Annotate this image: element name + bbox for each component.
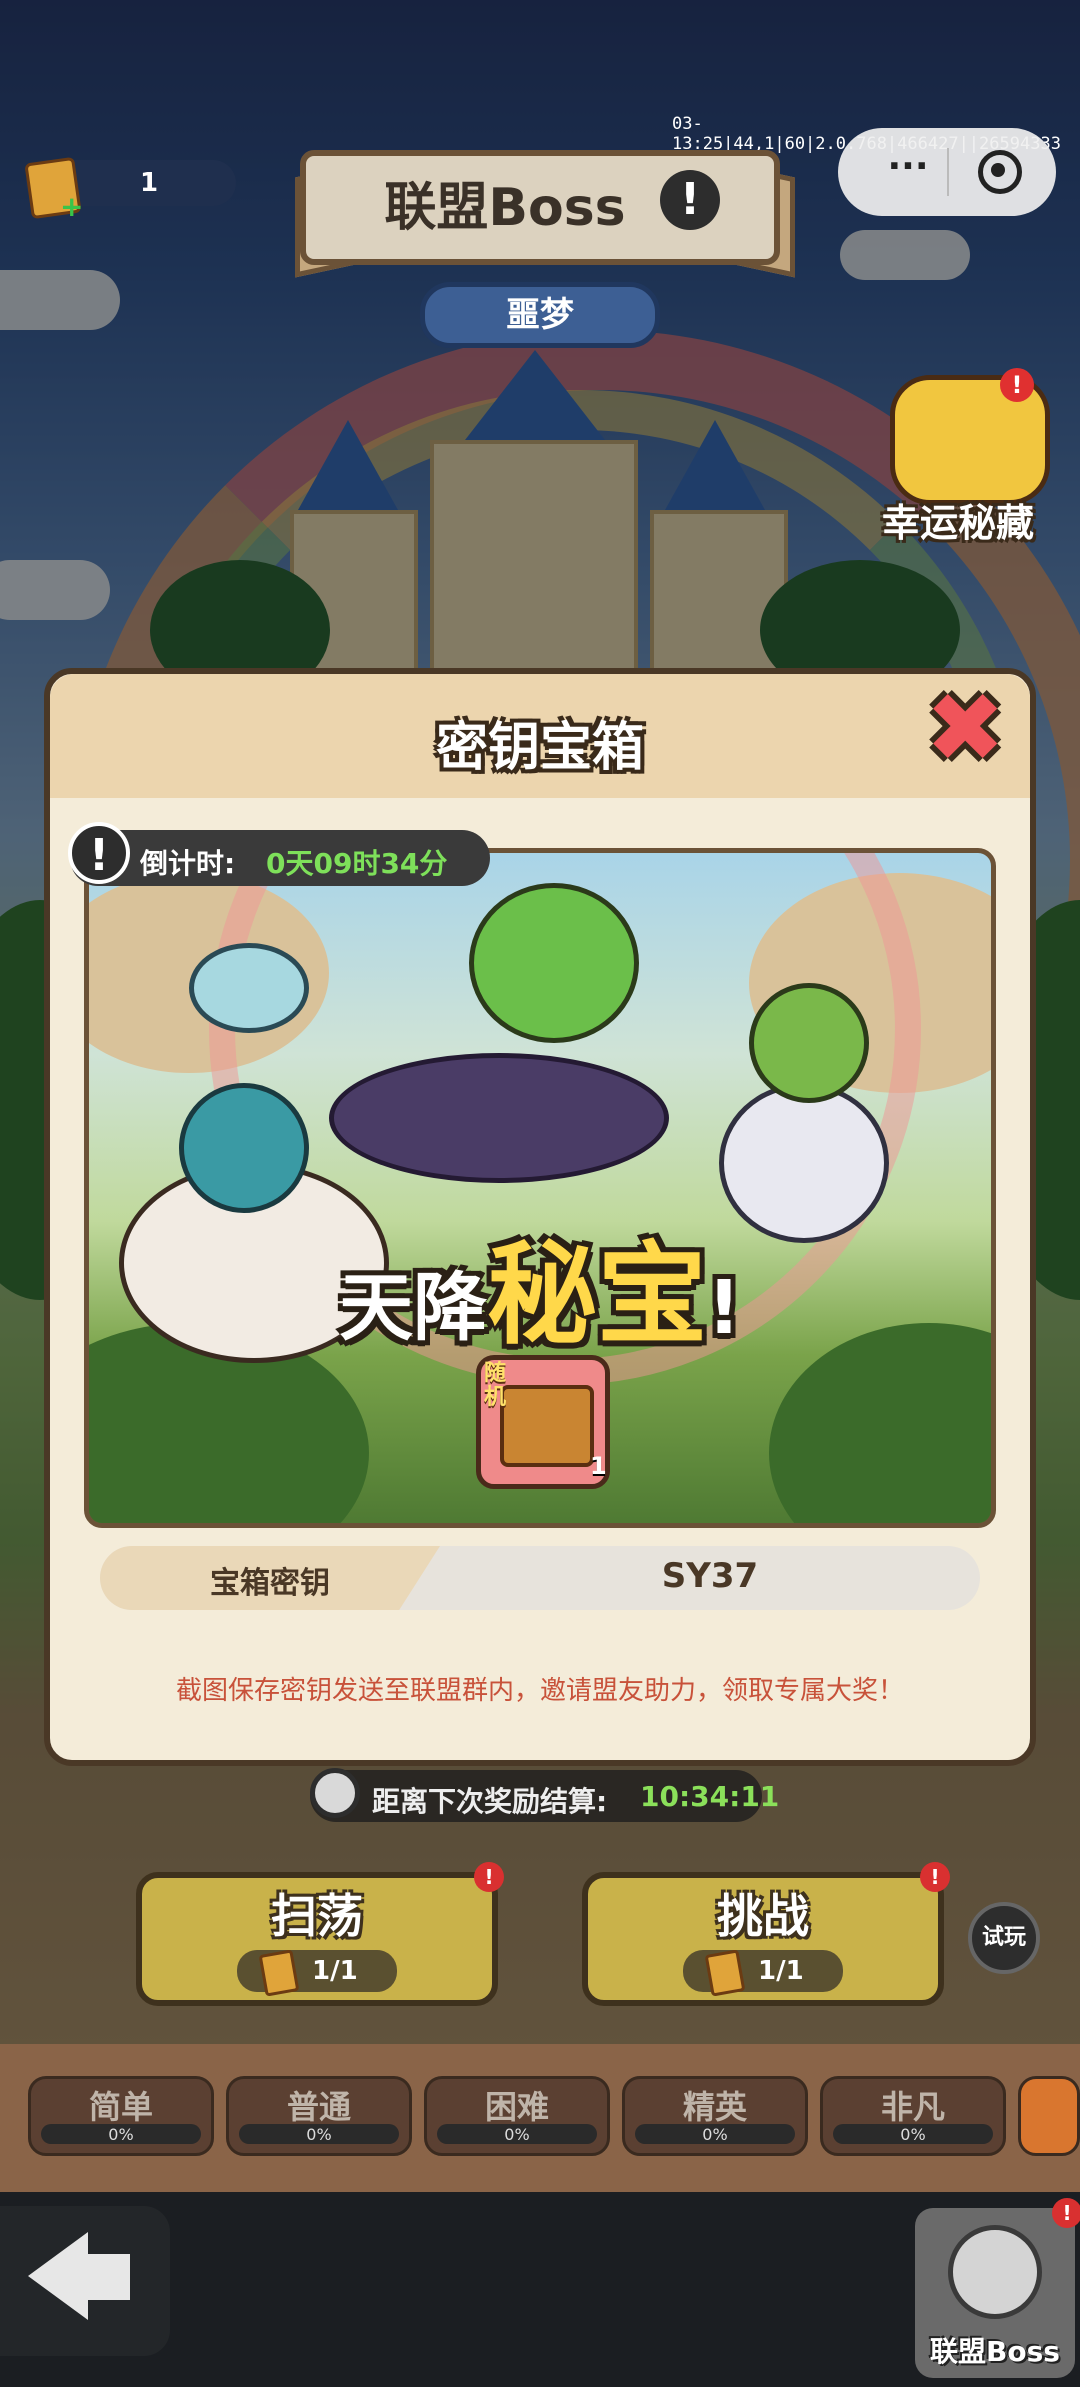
info-icon[interactable]: !: [660, 170, 720, 230]
countdown-value: 0天09时34分: [266, 847, 448, 880]
chest-count: 1: [590, 1452, 607, 1480]
promo-headline: 天降秘宝!: [84, 1205, 996, 1365]
girl-character: [179, 1083, 309, 1213]
lucky-treasure-label[interactable]: 幸运秘藏: [868, 492, 1048, 547]
key-value: SY37: [661, 1556, 759, 1596]
key-count: 1: [140, 168, 159, 198]
challenge-count: 1/1: [758, 1956, 804, 1986]
headline-highlight: 秘宝: [487, 1231, 708, 1359]
headline-part: 天降: [339, 1265, 488, 1351]
alert-icon: !: [68, 822, 130, 884]
chest-icon: [500, 1385, 594, 1467]
progress-value: 0%: [702, 2125, 728, 2144]
tab-label: 困难: [484, 2088, 549, 2126]
chest-label: 随机: [484, 1361, 507, 1410]
notification-badge: !: [1052, 2198, 1080, 2228]
notification-badge: !: [920, 1862, 950, 1892]
countdown-label: 倒计时:: [140, 847, 236, 880]
target-dot: [991, 163, 1005, 177]
share-hint: 截图保存密钥发送至联盟群内，邀请盟友助力，领取专属大奖！: [175, 1676, 904, 1706]
progress-value: 0%: [504, 2125, 530, 2144]
tab-label: 普通: [286, 2088, 351, 2126]
sweep-label: 扫荡: [271, 1889, 363, 1943]
progress-value: 0%: [900, 2125, 926, 2144]
tab-label: 精英: [682, 2088, 747, 2126]
fairy-pet: [189, 943, 309, 1033]
clock-icon: [310, 1768, 360, 1818]
progress-value: 0%: [108, 2125, 134, 2144]
notification-badge: !: [474, 1862, 504, 1892]
sweep-count: 1/1: [312, 1956, 358, 1986]
key-label: 宝箱密钥: [210, 1566, 330, 1601]
dragon-character: [329, 1053, 669, 1183]
notification-badge: !: [1000, 368, 1034, 402]
capsule-divider: [947, 148, 949, 196]
progress-value: 0%: [306, 2125, 332, 2144]
key-ticket-icon: [704, 1949, 746, 1997]
close-button[interactable]: ✖: [925, 680, 1005, 776]
tab-nightmare[interactable]: [1018, 2076, 1080, 2156]
goblin-character: [469, 883, 639, 1043]
back-arrow-icon: [28, 2232, 88, 2320]
tab-label: 简单: [88, 2088, 153, 2126]
headline-part: !: [707, 1265, 741, 1351]
page-title: 联盟Boss: [384, 178, 626, 238]
tab-label: 非凡: [880, 2088, 945, 2126]
difficulty-tag: 噩梦: [420, 282, 660, 348]
alliance-boss-label: 联盟Boss: [930, 2335, 1060, 2368]
back-arrow-icon-tail: [84, 2254, 130, 2300]
key-ticket-icon: [258, 1949, 300, 1997]
modal-title: 密钥宝箱: [435, 718, 644, 778]
viking-character: [749, 983, 869, 1103]
more-icon[interactable]: ···: [868, 146, 948, 187]
reward-timer-label: 距离下次奖励结算:: [372, 1785, 608, 1818]
add-icon[interactable]: +: [60, 190, 83, 223]
reward-timer-value: 10:34:11: [640, 1780, 780, 1813]
close-icon: ✖: [925, 672, 1006, 784]
trial-button[interactable]: 试玩: [968, 1902, 1040, 1974]
challenge-label: 挑战: [717, 1889, 809, 1943]
boss-shield-icon: [948, 2225, 1042, 2319]
